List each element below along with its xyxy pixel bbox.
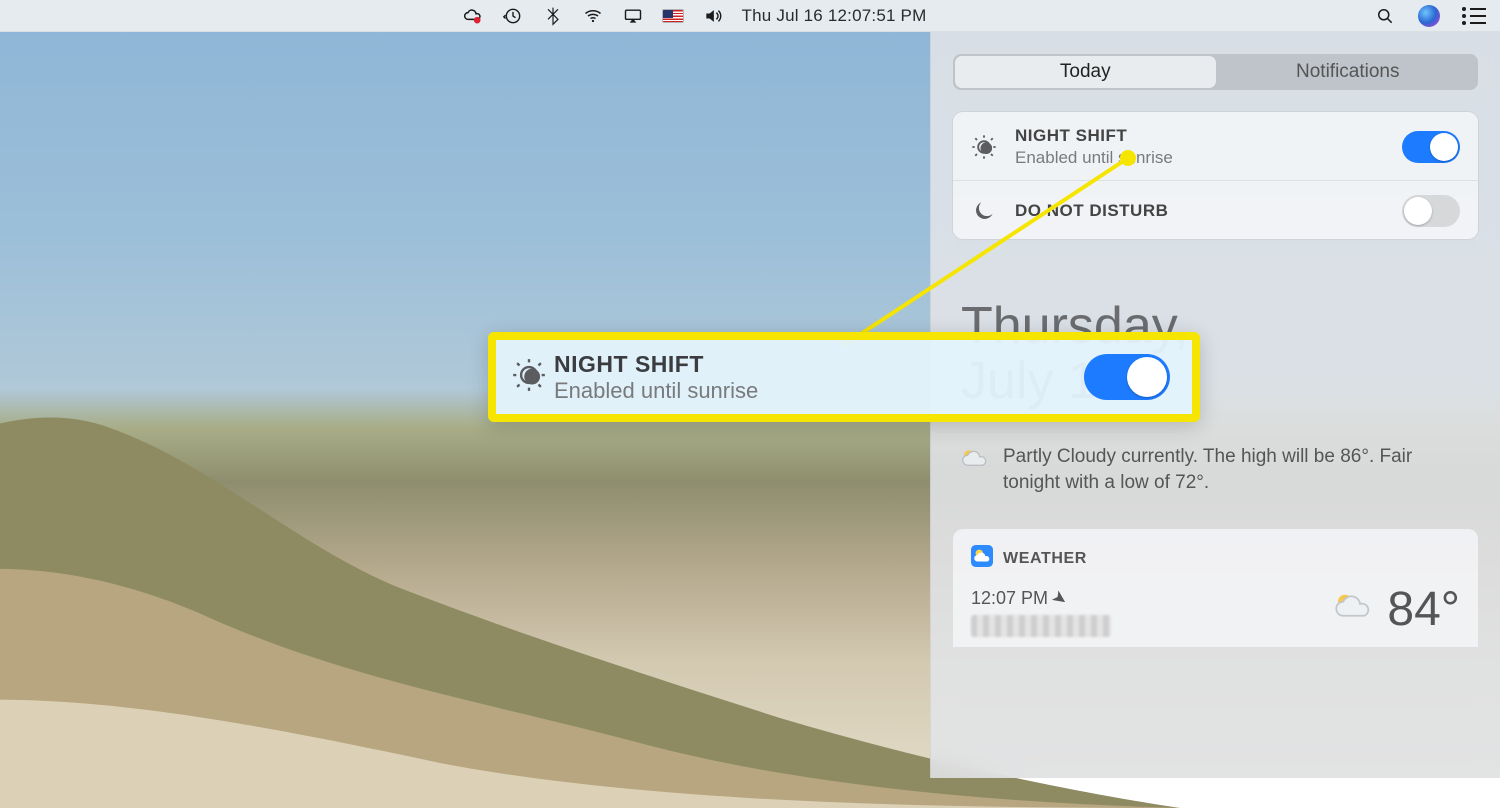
callout-title: NIGHT SHIFT — [554, 351, 1084, 378]
night-shift-callout: NIGHT SHIFT Enabled until sunrise — [488, 332, 1200, 422]
tab-today[interactable]: Today — [955, 56, 1216, 88]
night-shift-subtitle: Enabled until sunrise — [1015, 148, 1388, 168]
spotlight-search-icon[interactable] — [1374, 5, 1396, 27]
tab-notifications[interactable]: Notifications — [1218, 54, 1479, 90]
weather-summary: Partly Cloudy currently. The high will b… — [953, 444, 1478, 495]
menubar: Thu Jul 16 12:07:51 PM — [0, 0, 1500, 32]
wifi-icon[interactable] — [582, 5, 604, 27]
weather-widget[interactable]: WEATHER 12:07 PM➤ 84° — [953, 529, 1478, 647]
callout-subtitle: Enabled until sunrise — [554, 378, 1084, 404]
night-shift-title: NIGHT SHIFT — [1015, 126, 1388, 146]
menubar-clock[interactable]: Thu Jul 16 12:07:51 PM — [742, 6, 927, 26]
weather-widget-title: WEATHER — [1003, 550, 1087, 568]
volume-icon[interactable] — [702, 5, 724, 27]
dnd-row: DO NOT DISTURB — [953, 181, 1478, 239]
weather-app-icon — [971, 545, 993, 572]
nc-tabs: Today Notifications — [953, 54, 1478, 90]
siri-icon[interactable] — [1418, 5, 1440, 27]
night-shift-row: NIGHT SHIFT Enabled until sunrise — [953, 112, 1478, 181]
location-arrow-icon: ➤ — [1047, 586, 1071, 612]
time-machine-icon[interactable] — [502, 5, 524, 27]
night-shift-toggle[interactable] — [1402, 131, 1460, 163]
notification-center-icon[interactable] — [1462, 7, 1486, 25]
night-shift-icon — [510, 356, 554, 399]
airplay-icon[interactable] — [622, 5, 644, 27]
input-source-us-flag-icon[interactable] — [662, 9, 684, 23]
callout-night-shift-toggle[interactable] — [1084, 354, 1170, 400]
dnd-title: DO NOT DISTURB — [1015, 201, 1388, 221]
partly-cloudy-icon — [959, 444, 989, 479]
weather-summary-text: Partly Cloudy currently. The high will b… — [1003, 444, 1472, 495]
weather-widget-time: 12:07 PM➤ — [971, 588, 1111, 609]
toggles-card: NIGHT SHIFT Enabled until sunrise DO NOT… — [953, 112, 1478, 239]
partly-cloudy-icon — [1331, 586, 1373, 633]
moon-icon — [967, 198, 1001, 224]
dnd-toggle[interactable] — [1402, 195, 1460, 227]
bluetooth-icon[interactable] — [542, 5, 564, 27]
night-shift-icon — [967, 133, 1001, 161]
cloud-sync-icon[interactable] — [462, 5, 484, 27]
weather-widget-temp: 84° — [1387, 582, 1460, 637]
weather-location-redacted — [971, 615, 1111, 637]
